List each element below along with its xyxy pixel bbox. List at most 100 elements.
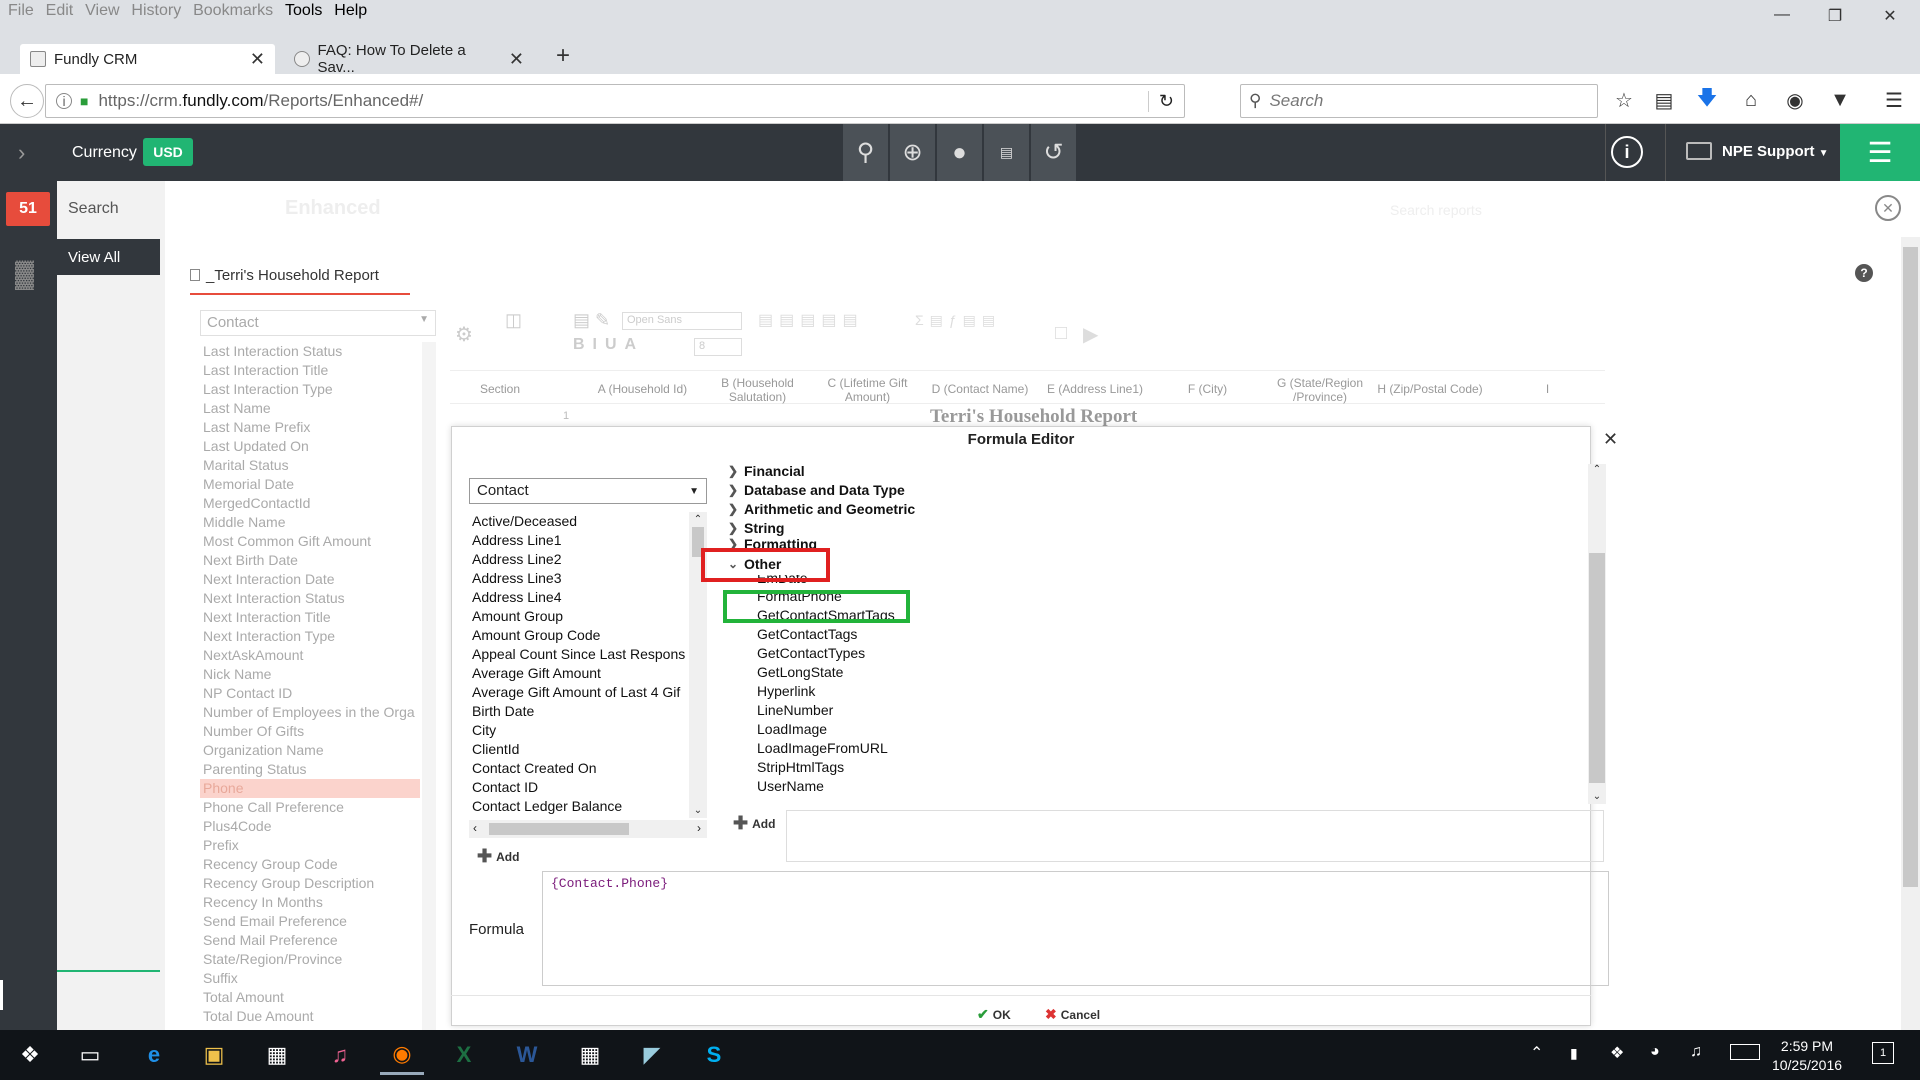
- text-format-icons[interactable]: BIUA: [573, 336, 644, 354]
- back-icon[interactable]: ←: [10, 84, 44, 118]
- person-icon[interactable]: ●: [937, 124, 982, 181]
- url-bar[interactable]: i ■ https://crm. fundly.com/Reports/Enhan…: [45, 84, 1185, 118]
- report-field-item[interactable]: Last Interaction Status: [200, 342, 420, 361]
- category-other[interactable]: ⌄ Other: [728, 553, 1598, 575]
- report-field-item[interactable]: MergedContactId: [200, 494, 420, 513]
- calculator-icon[interactable]: ▦: [568, 1035, 612, 1075]
- report-field-item[interactable]: Nick Name: [200, 665, 420, 684]
- scroll-down-icon[interactable]: ⌄: [1588, 791, 1606, 802]
- tab-faq[interactable]: FAQ: How To Delete a Sav... ✕: [284, 42, 534, 76]
- formula-input[interactable]: {Contact.Phone}: [542, 871, 1609, 986]
- source-field-item[interactable]: Amount Group: [469, 607, 689, 626]
- scroll-thumb[interactable]: [1589, 553, 1605, 783]
- report-field-item[interactable]: Last Name Prefix: [200, 418, 420, 437]
- cancel-button[interactable]: ✖ Cancel: [1045, 1006, 1100, 1023]
- font-size-select[interactable]: 8: [694, 338, 742, 356]
- report-field-item[interactable]: Phone: [200, 779, 420, 798]
- category-formatting[interactable]: ❯ Formatting: [728, 538, 1598, 550]
- source-field-item[interactable]: Amount Group Code: [469, 626, 689, 645]
- play-icon[interactable]: ▶: [1083, 322, 1098, 347]
- source-field-item[interactable]: Average Gift Amount: [469, 664, 689, 683]
- browser-search[interactable]: ⚲ Search: [1240, 84, 1598, 118]
- report-field-item[interactable]: Last Updated On: [200, 437, 420, 456]
- function-item[interactable]: StripHtmlTags: [728, 758, 1598, 777]
- function-item[interactable]: EmDate: [728, 575, 1598, 587]
- user-menu[interactable]: NPE Support ▼: [1722, 143, 1829, 160]
- report-field-item[interactable]: Recency Group Code: [200, 855, 420, 874]
- search-icon[interactable]: ⚲: [843, 124, 888, 181]
- scroll-left-icon[interactable]: ‹: [473, 821, 477, 835]
- wifi-icon[interactable]: ◕: [1650, 1043, 1660, 1061]
- function-item[interactable]: LoadImage: [728, 720, 1598, 739]
- help-icon[interactable]: ?: [1855, 264, 1873, 282]
- dropbox-icon[interactable]: ❖: [1610, 1043, 1624, 1063]
- function-item[interactable]: GetContactTypes: [728, 644, 1598, 663]
- scroll-right-icon[interactable]: ›: [697, 821, 701, 835]
- page-scrollbar[interactable]: [1901, 237, 1920, 1030]
- excel-icon[interactable]: X: [442, 1035, 486, 1075]
- skype-icon[interactable]: S: [692, 1035, 736, 1075]
- report-field-item[interactable]: Recency Group Description: [200, 874, 420, 893]
- tab-fundly-crm[interactable]: Fundly CRM ✕: [20, 44, 275, 74]
- add-icon[interactable]: ⊕: [890, 124, 935, 181]
- export-icon[interactable]: □: [1055, 322, 1067, 345]
- menu-history[interactable]: History: [131, 0, 181, 22]
- report-field-item[interactable]: Next Interaction Title: [200, 608, 420, 627]
- add-function-button[interactable]: ✚ Add: [733, 813, 775, 834]
- search-reports-input[interactable]: Search reports: [1390, 202, 1482, 218]
- report-field-item[interactable]: Next Interaction Type: [200, 627, 420, 646]
- report-field-item[interactable]: Number Of Gifts: [200, 722, 420, 741]
- panel-search[interactable]: Search: [68, 200, 119, 218]
- task-view-icon[interactable]: ▭: [68, 1035, 112, 1075]
- itunes-icon[interactable]: ♫: [318, 1035, 362, 1075]
- report-field-item[interactable]: Organization Name: [200, 741, 420, 760]
- scroll-down-icon[interactable]: ⌄: [689, 805, 707, 816]
- report-field-item[interactable]: Total Amount: [200, 988, 420, 1007]
- source-field-item[interactable]: Contact Created On: [469, 759, 689, 778]
- reports-chart-icon[interactable]: ▓: [15, 258, 34, 289]
- file-explorer-icon[interactable]: ▣: [192, 1035, 236, 1075]
- source-field-item[interactable]: Appeal Count Since Last Respons: [469, 645, 689, 664]
- menu-view[interactable]: View: [85, 0, 119, 22]
- formula-icons[interactable]: Σ▤ƒ▤▤: [915, 312, 1001, 329]
- category-database[interactable]: ❯ Database and Data Type: [728, 481, 1598, 500]
- app-icon[interactable]: ◤: [630, 1035, 674, 1075]
- word-icon[interactable]: W: [505, 1035, 549, 1075]
- history-icon[interactable]: ↺: [1031, 124, 1076, 181]
- volume-icon[interactable]: ♫: [1690, 1043, 1702, 1061]
- source-field-item[interactable]: Address Line3: [469, 569, 689, 588]
- alignment-icons[interactable]: ▤▤▤▤▤: [758, 310, 864, 330]
- view-all-button[interactable]: View All: [57, 239, 160, 275]
- source-field-item[interactable]: Contact ID: [469, 778, 689, 797]
- main-menu-button[interactable]: ☰: [1840, 124, 1920, 181]
- category-arithmetic[interactable]: ❯ Arithmetic and Geometric: [728, 500, 1598, 519]
- chat-icon[interactable]: ◉: [1781, 86, 1809, 114]
- menu-help[interactable]: Help: [334, 0, 367, 22]
- report-field-item[interactable]: Middle Name: [200, 513, 420, 532]
- download-icon[interactable]: 🡇: [1693, 86, 1721, 114]
- field-list-scrollbar[interactable]: [422, 342, 436, 1030]
- close-window-icon[interactable]: ✕: [1880, 6, 1900, 26]
- report-field-item[interactable]: NP Contact ID: [200, 684, 420, 703]
- info-icon[interactable]: i: [56, 93, 72, 109]
- report-tab[interactable]: _Terri's Household Report: [190, 257, 410, 295]
- action-center-icon[interactable]: 1: [1872, 1042, 1894, 1064]
- scroll-up-icon[interactable]: ⌃: [1588, 464, 1606, 475]
- close-tab-icon[interactable]: ✕: [509, 49, 524, 70]
- firefox-icon[interactable]: ◉: [380, 1035, 424, 1075]
- info-icon[interactable]: i: [1611, 136, 1643, 168]
- battery-icon[interactable]: ▮: [1570, 1045, 1578, 1062]
- expand-sidebar-icon[interactable]: ›: [18, 140, 25, 166]
- menu-edit[interactable]: Edit: [46, 0, 74, 22]
- close-tab-icon[interactable]: ✕: [250, 49, 265, 70]
- scroll-thumb[interactable]: [489, 823, 629, 835]
- report-field-item[interactable]: Last Interaction Type: [200, 380, 420, 399]
- category-string[interactable]: ❯ String: [728, 519, 1598, 538]
- report-field-item[interactable]: Most Common Gift Amount: [200, 532, 420, 551]
- edge-icon[interactable]: e: [132, 1035, 176, 1075]
- function-item[interactable]: LoadImageFromURL: [728, 739, 1598, 758]
- store-icon[interactable]: ▦: [255, 1035, 299, 1075]
- report-field-item[interactable]: Send Email Preference: [200, 912, 420, 931]
- report-field-item[interactable]: Prefix: [200, 836, 420, 855]
- hamburger-menu-icon[interactable]: ☰: [1880, 86, 1908, 114]
